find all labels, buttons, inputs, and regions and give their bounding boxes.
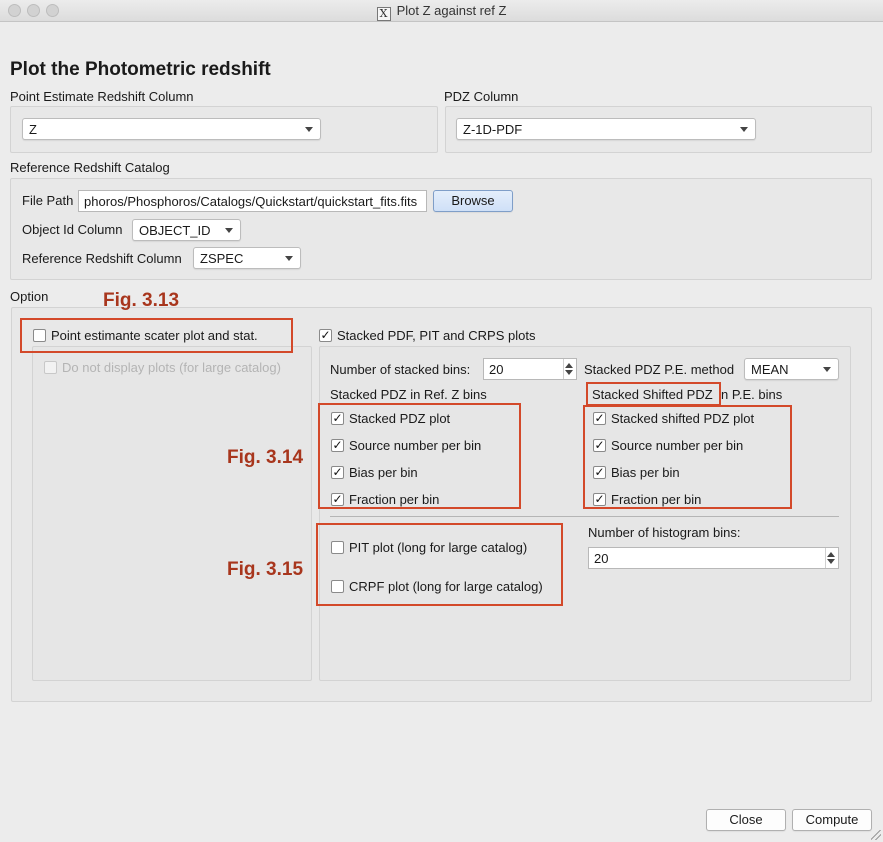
point-estimate-value: Z xyxy=(29,122,37,137)
fig-3-13-annotation: Fig. 3.13 xyxy=(103,290,180,311)
point-estimate-select[interactable]: Z xyxy=(22,118,321,140)
fig-3-14-right-highlight xyxy=(583,405,792,509)
pdz-column-select[interactable]: Z-1D-PDF xyxy=(456,118,756,140)
reference-column-value: ZSPEC xyxy=(200,251,244,266)
num-stacked-bins-value: 20 xyxy=(489,362,504,377)
spin-down-icon[interactable] xyxy=(827,559,835,564)
browse-button[interactable]: Browse xyxy=(433,190,513,212)
fig-3-15-highlight xyxy=(316,523,563,606)
file-path-input[interactable]: phoros/Phosphoros/Catalogs/Quickstart/qu… xyxy=(78,190,427,212)
fig-3-13-highlight xyxy=(20,318,293,353)
hist-bins-label: Number of histogram bins: xyxy=(588,525,741,540)
stacked-checkbox[interactable]: ✓ xyxy=(319,329,332,342)
num-stacked-bins-label: Number of stacked bins: xyxy=(330,362,471,377)
stacked-label: Stacked PDF, PIT and CRPS plots xyxy=(337,328,536,343)
separator xyxy=(330,516,839,517)
pe-bins-label: n P.E. bins xyxy=(721,387,783,402)
file-path-value: phoros/Phosphoros/Catalogs/Quickstart/qu… xyxy=(84,194,418,209)
pdz-column-label: PDZ Column xyxy=(444,89,519,104)
object-id-select[interactable]: OBJECT_ID xyxy=(132,219,241,241)
chevron-down-icon xyxy=(225,228,233,233)
chevron-down-icon xyxy=(285,256,293,261)
do-not-display-label: Do not display plots (for large catalog) xyxy=(62,360,281,375)
stacked-shifted-pdz-label: Stacked Shifted PDZ xyxy=(592,387,713,402)
x11-logo-icon: X xyxy=(376,7,391,21)
chevron-down-icon xyxy=(740,127,748,132)
object-id-value: OBJECT_ID xyxy=(139,223,211,238)
spin-up-icon[interactable] xyxy=(827,552,835,557)
chevron-down-icon xyxy=(823,367,831,372)
fig-3-14-annotation: Fig. 3.14 xyxy=(227,447,304,468)
hist-bins-spinner[interactable]: 20 xyxy=(588,547,839,569)
compute-button[interactable]: Compute xyxy=(792,809,872,831)
file-path-label: File Path xyxy=(22,193,74,208)
pe-method-label: Stacked PDZ P.E. method xyxy=(584,362,735,377)
reference-column-select[interactable]: ZSPEC xyxy=(193,247,301,269)
option-label: Option xyxy=(10,289,49,304)
pe-method-value: MEAN xyxy=(751,362,789,377)
point-estimate-options-panel xyxy=(32,346,312,681)
point-estimate-label: Point Estimate Redshift Column xyxy=(10,89,194,104)
resize-grip-icon[interactable] xyxy=(871,830,881,840)
hist-bins-value: 20 xyxy=(594,551,609,566)
page-title: Plot the Photometric redshift xyxy=(10,59,271,80)
pe-method-select[interactable]: MEAN xyxy=(744,358,839,380)
pdz-column-value: Z-1D-PDF xyxy=(463,122,523,137)
close-button[interactable]: Close xyxy=(706,809,786,831)
reference-column-label: Reference Redshift Column xyxy=(22,251,182,266)
num-stacked-bins-spinner[interactable]: 20 xyxy=(483,358,577,380)
fig-3-14-left-highlight xyxy=(318,403,521,509)
spin-down-icon[interactable] xyxy=(565,370,573,375)
fig-3-15-annotation: Fig. 3.15 xyxy=(227,559,304,580)
window-title-text: Plot Z against ref Z xyxy=(396,3,507,18)
do-not-display-checkbox[interactable] xyxy=(44,361,57,374)
reference-catalog-label: Reference Redshift Catalog xyxy=(10,160,170,175)
chevron-down-icon xyxy=(305,127,313,132)
ref-z-bins-label: Stacked PDZ in Ref. Z bins xyxy=(330,387,487,402)
object-id-label: Object Id Column xyxy=(22,222,123,237)
spin-up-icon[interactable] xyxy=(565,363,573,368)
window-title: X Plot Z against ref Z xyxy=(0,3,883,21)
